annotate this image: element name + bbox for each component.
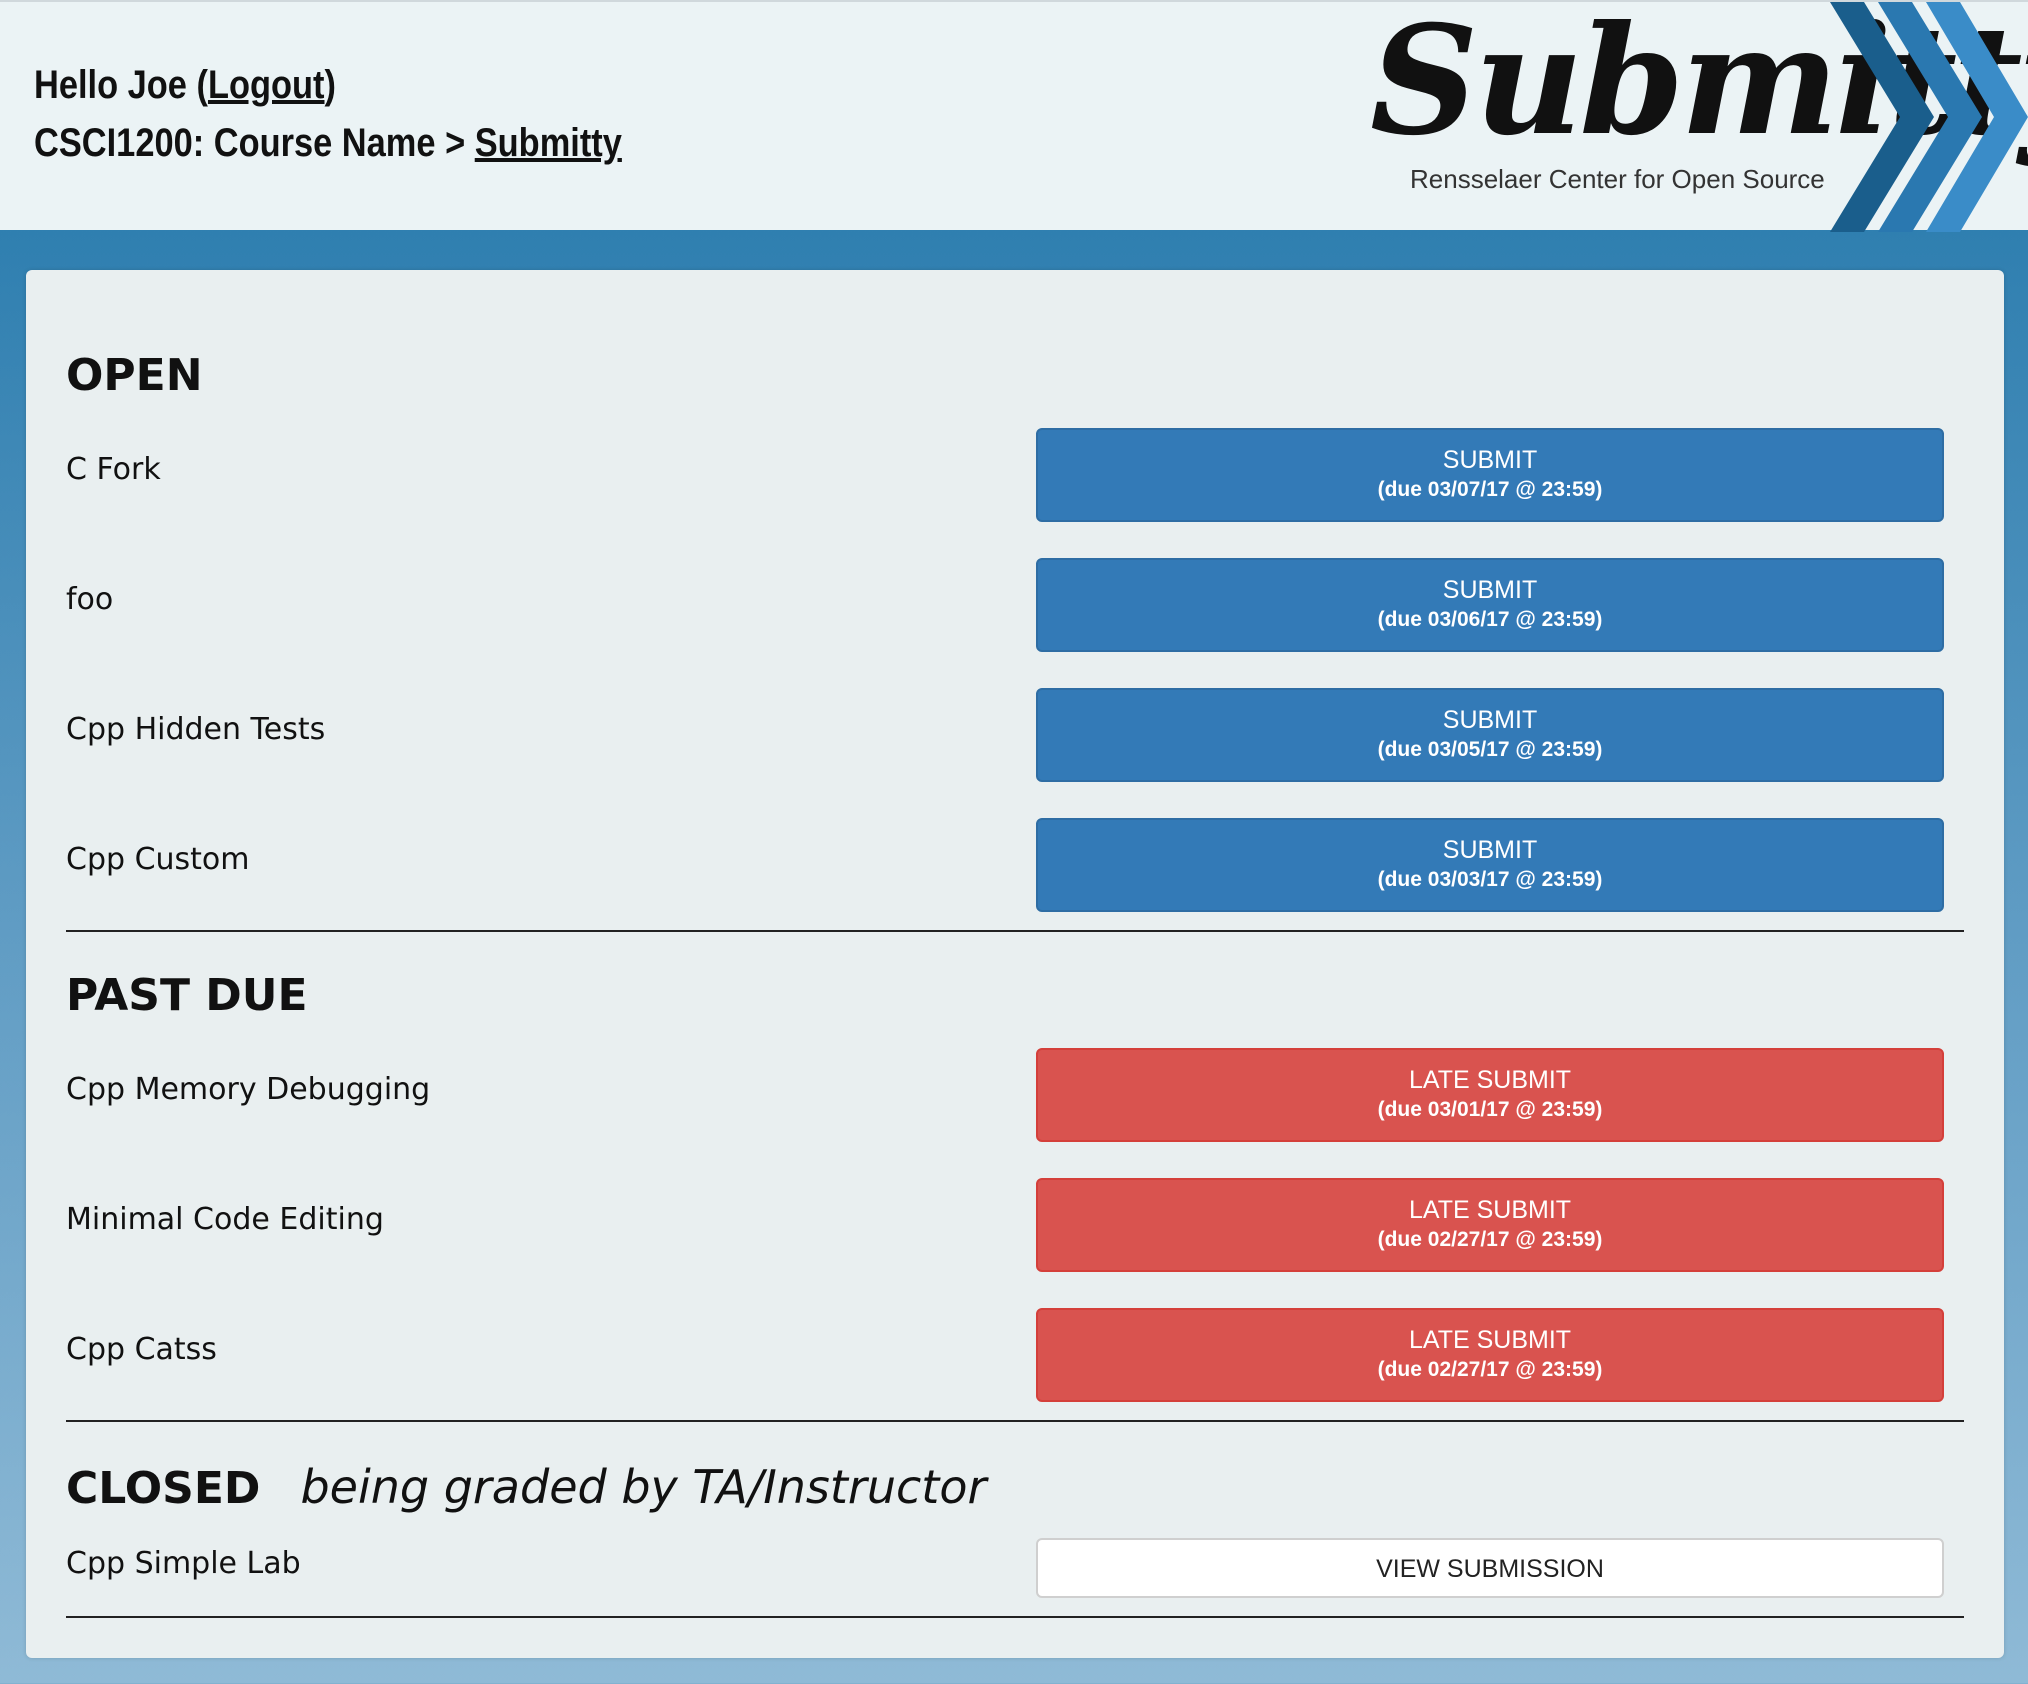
user-greeting: Hello Joe (Logout) CSCI1200: Course Name…	[34, 56, 622, 172]
assignment-name: Cpp Simple Lab	[66, 1546, 301, 1581]
assignment-name: C Fork	[66, 452, 161, 487]
section-past-due-title: PAST DUE	[66, 970, 308, 1021]
course-name: CSCI1200: Course Name	[34, 121, 436, 165]
submit-button[interactable]: SUBMIT (due 03/06/17 @ 23:59)	[1036, 558, 1944, 652]
breadcrumb-submitty-link[interactable]: Submitty	[475, 121, 622, 165]
late-submit-button[interactable]: LATE SUBMIT (due 03/01/17 @ 23:59)	[1036, 1048, 1944, 1142]
button-label: VIEW SUBMISSION	[1376, 1555, 1604, 1583]
closed-title-text: CLOSED	[66, 1463, 261, 1514]
button-label: LATE SUBMIT	[1408, 1066, 1572, 1094]
top-bar: Hello Joe (Logout) CSCI1200: Course Name…	[0, 0, 2028, 232]
button-label: LATE SUBMIT	[1408, 1326, 1572, 1354]
assignment-name: Cpp Custom	[66, 842, 250, 877]
due-date: (due 03/05/17 @ 23:59)	[1377, 738, 1603, 761]
submit-button[interactable]: SUBMIT (due 03/03/17 @ 23:59)	[1036, 818, 1944, 912]
breadcrumb-separator: >	[445, 121, 466, 165]
assignment-name: Cpp Hidden Tests	[66, 712, 326, 747]
assignment-name: foo	[66, 582, 114, 617]
late-submit-button[interactable]: LATE SUBMIT (due 02/27/17 @ 23:59)	[1036, 1178, 1944, 1272]
submit-button[interactable]: SUBMIT (due 03/07/17 @ 23:59)	[1036, 428, 1944, 522]
assignment-name: Cpp Memory Debugging	[66, 1072, 431, 1107]
assignments-panel: OPEN C Fork SUBMIT (due 03/07/17 @ 23:59…	[26, 270, 2004, 1658]
chevron-logo-icon	[1830, 2, 2028, 232]
section-divider	[66, 1420, 1964, 1422]
hello-text: Hello Joe	[34, 63, 187, 107]
section-closed-title: CLOSED being graded by TA/Instructor	[66, 1460, 986, 1514]
greeting-line: Hello Joe (Logout)	[34, 63, 336, 107]
section-divider	[66, 1616, 1964, 1618]
button-label: SUBMIT	[1442, 576, 1538, 604]
assignment-name: Cpp Catss	[66, 1332, 217, 1367]
assignment-name: Minimal Code Editing	[66, 1202, 384, 1237]
breadcrumb: CSCI1200: Course Name > Submitty	[34, 114, 622, 172]
button-label: SUBMIT	[1442, 836, 1538, 864]
section-divider	[66, 930, 1964, 932]
logout-link[interactable]: Logout	[208, 63, 325, 107]
due-date: (due 03/01/17 @ 23:59)	[1377, 1098, 1603, 1121]
late-submit-button[interactable]: LATE SUBMIT (due 02/27/17 @ 23:59)	[1036, 1308, 1944, 1402]
view-submission-button[interactable]: VIEW SUBMISSION	[1036, 1538, 1944, 1598]
due-date: (due 02/27/17 @ 23:59)	[1377, 1358, 1603, 1381]
due-date: (due 03/03/17 @ 23:59)	[1377, 868, 1603, 891]
section-open-title: OPEN	[66, 350, 203, 401]
due-date: (due 03/07/17 @ 23:59)	[1377, 478, 1603, 501]
submit-button[interactable]: SUBMIT (due 03/05/17 @ 23:59)	[1036, 688, 1944, 782]
due-date: (due 03/06/17 @ 23:59)	[1377, 608, 1603, 631]
button-label: LATE SUBMIT	[1408, 1196, 1572, 1224]
submitty-logo[interactable]: Submitty Rensselaer Center for Open Sour…	[1360, 0, 2028, 232]
closed-note: being graded by TA/Instructor	[300, 1460, 987, 1514]
logo-tagline: Rensselaer Center for Open Source	[1410, 164, 1825, 194]
button-label: SUBMIT	[1442, 706, 1538, 734]
due-date: (due 02/27/17 @ 23:59)	[1377, 1228, 1603, 1251]
button-label: SUBMIT	[1442, 446, 1538, 474]
